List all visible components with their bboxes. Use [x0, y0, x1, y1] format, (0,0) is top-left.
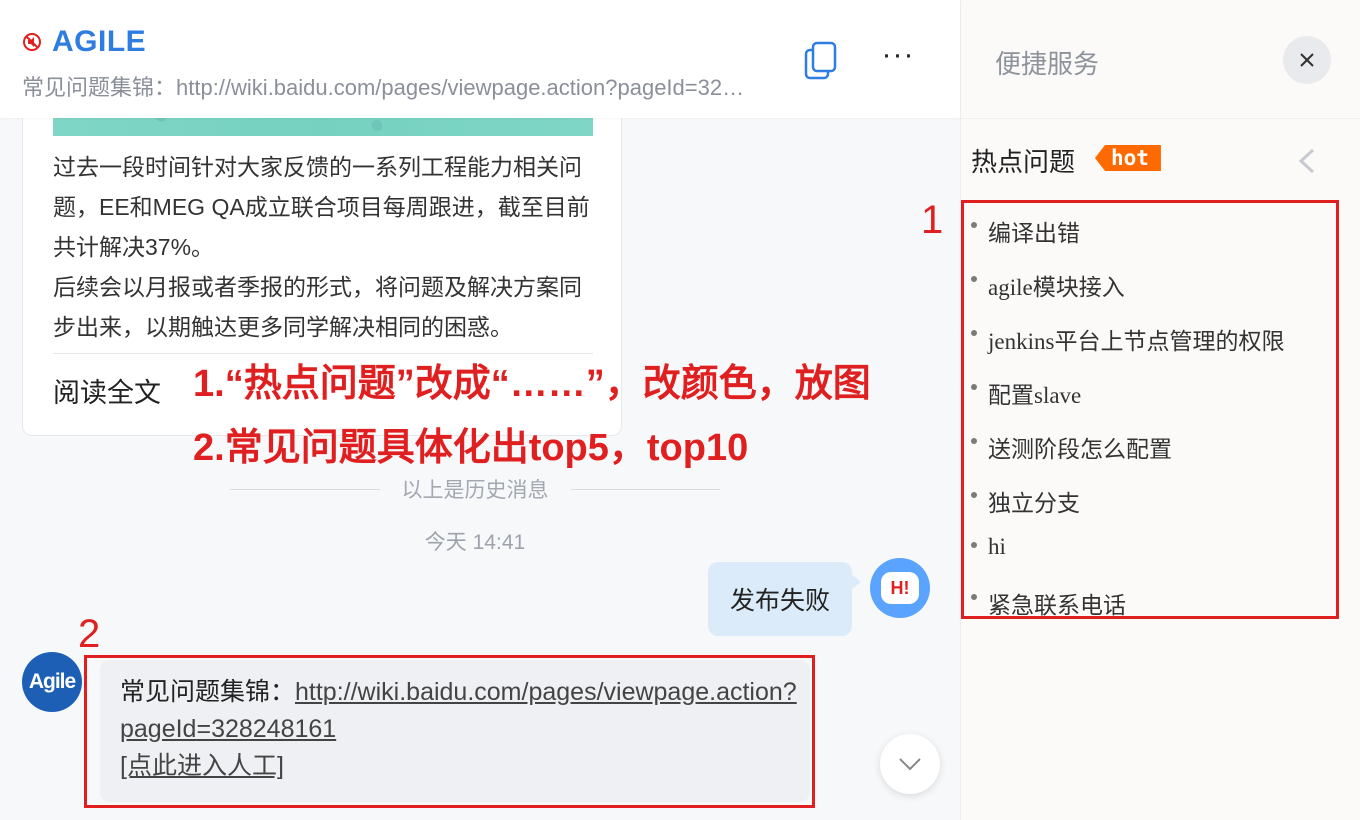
my-message-text: 发布失败 — [729, 587, 830, 615]
chat-panel: 过去一段时间针对大家反馈的一系列工程能力相关问题，EE和MEG QA成立联合项目… — [0, 0, 960, 820]
title-row: AGILE — [22, 22, 146, 62]
annotation-line-1: 1.“热点问题”改成“……”，改颜色，放图 — [193, 363, 871, 405]
chat-header: AGILE 常见问题集锦：http://wiki.baidu.com/pages… — [0, 0, 960, 118]
close-icon — [1300, 53, 1314, 67]
annotation-line-2: 2.常见问题具体化出top5，top10 — [193, 427, 749, 469]
history-separator: 以上是历史消息 — [230, 474, 720, 504]
avatar-text: H! — [890, 577, 910, 598]
side-divider — [961, 118, 1360, 119]
annotation-marker-1: 1 — [921, 198, 944, 242]
bot-avatar[interactable]: Agile — [22, 652, 82, 712]
annotation-box-1 — [961, 200, 1339, 619]
chevron-down-icon — [899, 758, 921, 771]
side-panel-title: 便捷服务 — [995, 49, 1100, 79]
copy-icon[interactable] — [803, 40, 841, 82]
chevron-left-icon[interactable] — [1295, 146, 1319, 176]
read-all-link[interactable]: 阅读全文 — [53, 371, 161, 410]
card-paragraph: 后续会以月报或者季报的形式，将问题及解决方案同步出来，以期触达更多同学解决相同的… — [53, 274, 582, 340]
more-options-button[interactable]: ··· — [878, 40, 918, 75]
card-body: 过去一段时间针对大家反馈的一系列工程能力相关问题，EE和MEG QA成立联合项目… — [53, 147, 598, 347]
chat-title: AGILE — [52, 25, 147, 58]
separator-line — [230, 488, 380, 490]
quick-service-panel: 便捷服务 热点问题 hot 1 编译出错 agile模块接入 jenkins平台… — [921, 0, 1360, 820]
separator-line — [570, 488, 720, 490]
my-message-bubble[interactable]: 发布失败 — [708, 562, 861, 636]
annotation-box-2 — [84, 655, 815, 808]
chat-subtitle[interactable]: 常见问题集锦：http://wiki.baidu.com/pages/viewp… — [22, 70, 752, 102]
history-separator-text: 以上是历史消息 — [401, 479, 549, 502]
close-button[interactable] — [1283, 36, 1331, 84]
mute-icon — [23, 33, 41, 51]
scroll-down-button[interactable] — [880, 734, 940, 794]
message-timestamp: 今天 14:41 — [424, 531, 526, 554]
hot-badge: hot — [1095, 145, 1161, 171]
annotation-marker-2: 2 — [78, 612, 101, 656]
user-avatar[interactable]: H! — [870, 558, 930, 618]
hot-section-title: 热点问题 — [971, 147, 1076, 177]
hi-logo: H! — [881, 572, 919, 604]
card-paragraph: 过去一段时间针对大家反馈的一系列工程能力相关问题，EE和MEG QA成立联合项目… — [53, 154, 590, 260]
